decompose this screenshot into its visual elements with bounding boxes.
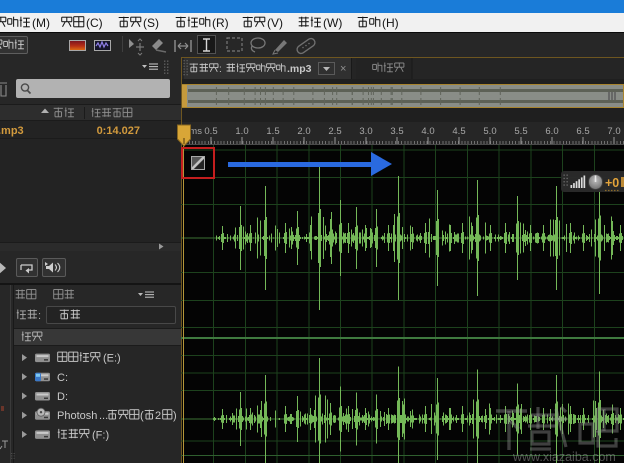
svg-text:+0: +0 xyxy=(605,176,619,190)
